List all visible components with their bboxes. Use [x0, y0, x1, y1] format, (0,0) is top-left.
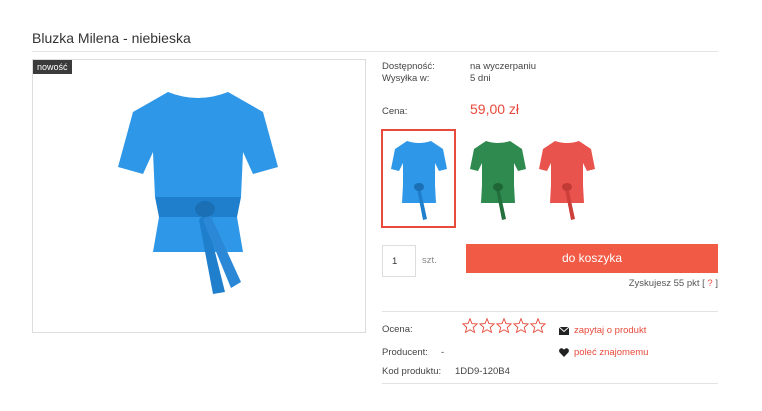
add-to-cart-button[interactable]: do koszyka	[466, 244, 718, 273]
quantity-input[interactable]: 1	[382, 245, 416, 277]
star-icon[interactable]	[462, 318, 478, 333]
product-image-box[interactable]: nowość	[32, 59, 366, 333]
rating-stars[interactable]	[462, 318, 546, 333]
divider	[382, 383, 718, 384]
points-text: Zyskujesz 55 pkt [	[628, 278, 705, 289]
rating-label: Ocena:	[382, 324, 413, 335]
variant-blue[interactable]	[381, 129, 456, 228]
star-icon[interactable]	[513, 318, 529, 333]
variant-red[interactable]	[531, 131, 606, 230]
ask-about-product-label: zapytaj o produkt	[574, 325, 647, 336]
availability-value: na wyczerpaniu	[470, 61, 537, 72]
star-icon[interactable]	[530, 318, 546, 333]
price-value: 59,00 zł	[470, 101, 520, 117]
availability-label: Dostępność:	[382, 61, 435, 72]
shipping-label: Wysyłka w:	[382, 73, 430, 84]
star-icon[interactable]	[479, 318, 495, 333]
shipping-value: 5 dni	[470, 73, 491, 84]
product-code-value: 1DD9-120B4	[455, 366, 510, 377]
ask-about-product-link[interactable]: zapytaj o produkt	[559, 325, 646, 336]
variant-blue-thumb	[391, 141, 447, 220]
envelope-icon	[559, 326, 569, 335]
main-product-photo[interactable]	[113, 82, 283, 322]
new-badge: nowość	[33, 60, 72, 74]
recommend-label: poleć znajomemu	[574, 347, 649, 358]
product-code-label: Kod produktu:	[382, 366, 442, 377]
variant-red-thumb	[539, 141, 595, 220]
divider	[382, 311, 718, 312]
product-title: Bluzka Milena - niebieska	[32, 30, 191, 46]
recommend-link[interactable]: poleć znajomemu	[559, 347, 648, 358]
star-icon[interactable]	[496, 318, 512, 333]
points-close: ]	[715, 278, 718, 289]
points-help-link[interactable]: ?	[707, 278, 712, 289]
variant-green-thumb	[470, 141, 526, 220]
quantity-unit: szt.	[422, 255, 437, 266]
title-divider	[32, 51, 718, 52]
producer-value: -	[441, 347, 445, 358]
loyalty-points: Zyskujesz 55 pkt [ ? ]	[629, 278, 718, 289]
variant-green[interactable]	[462, 131, 537, 230]
heart-icon	[559, 348, 569, 357]
producer-label: Producent:	[382, 347, 428, 358]
price-label: Cena:	[382, 106, 408, 117]
